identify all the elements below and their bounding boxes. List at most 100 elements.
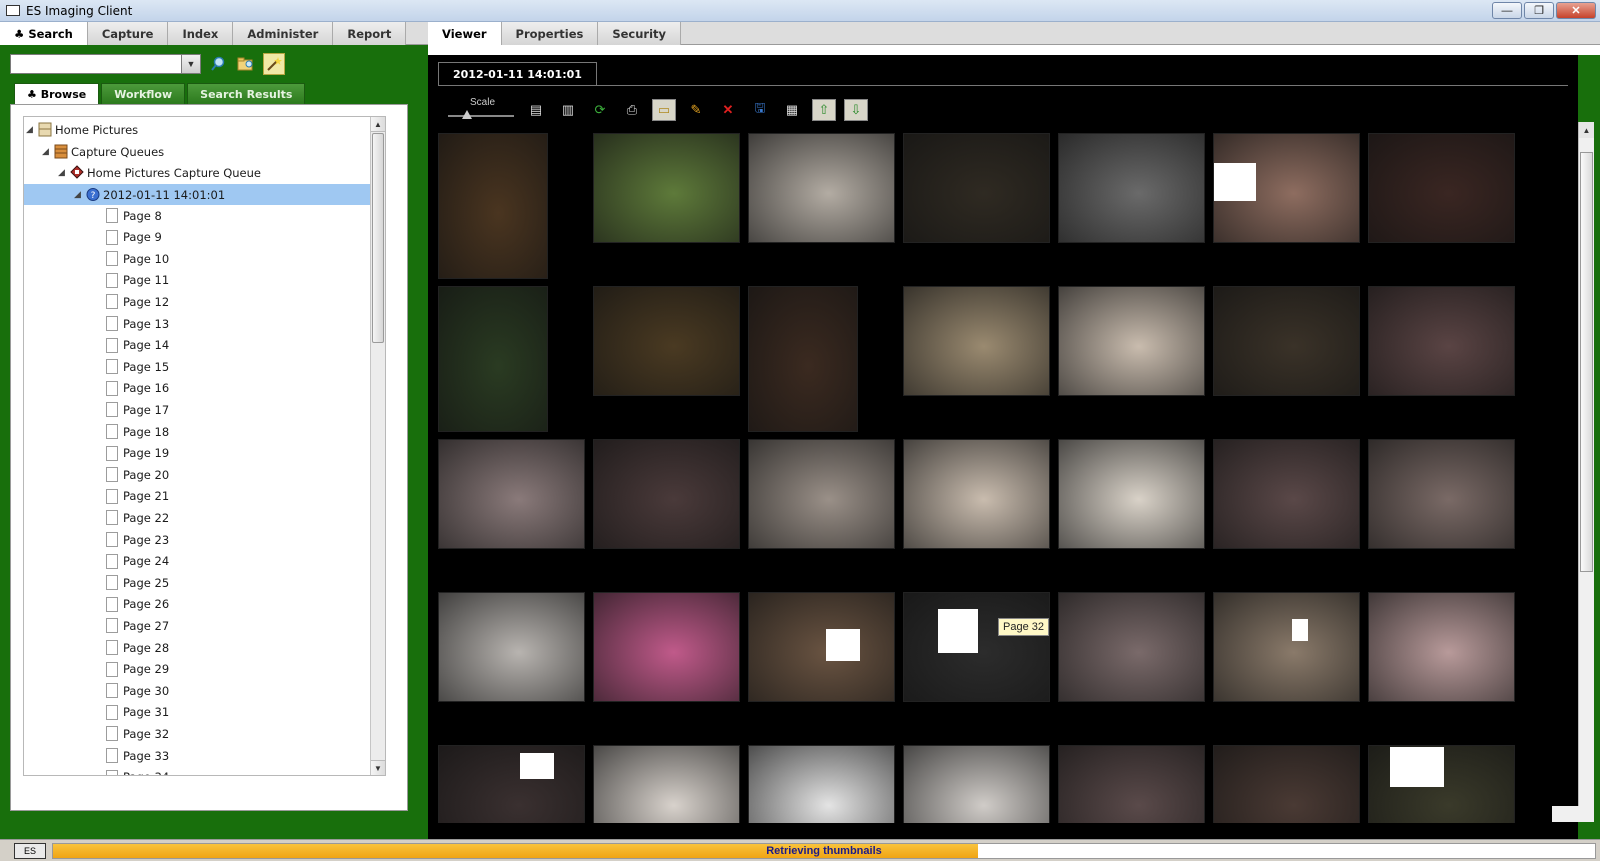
scroll-thumb[interactable] [1580, 152, 1593, 572]
scroll-up-arrow-icon[interactable]: ▲ [1579, 122, 1594, 138]
tab-security[interactable]: Security [598, 22, 682, 45]
collapse-arrow-icon[interactable]: ◢ [24, 125, 35, 135]
page-thumbnail[interactable] [438, 133, 548, 279]
search-input[interactable] [10, 54, 182, 74]
tree-node-page[interactable]: Page 9 [24, 227, 381, 248]
move-down-icon[interactable]: ⇩ [844, 99, 868, 121]
delete-icon[interactable]: ✕ [716, 99, 740, 121]
viewer-scrollbar[interactable]: ▲ [1578, 122, 1594, 822]
page-thumbnail[interactable] [1058, 592, 1205, 702]
page-thumbnail[interactable] [593, 745, 740, 823]
tree-node-batch[interactable]: ◢ ? 2012-01-11 14:01:01 [24, 184, 381, 205]
tree-node-page[interactable]: Page 16 [24, 378, 381, 399]
print-icon[interactable]: ⎙ [620, 99, 644, 121]
tree-node-page[interactable]: Page 12 [24, 291, 381, 312]
save-icon[interactable]: 🖫 [748, 99, 772, 121]
page-thumbnail[interactable] [748, 592, 895, 702]
scroll-up-arrow-icon[interactable]: ▲ [371, 117, 385, 132]
tree-scrollbar[interactable]: ▲ ▼ [370, 117, 385, 775]
tree-node-page[interactable]: Page 30 [24, 680, 381, 701]
page-thumbnail[interactable] [1058, 133, 1205, 243]
page-thumbnail[interactable] [1368, 286, 1515, 396]
tree-node-page[interactable]: Page 24 [24, 551, 381, 572]
fit-page-icon[interactable]: ▥ [556, 99, 580, 121]
page-thumbnail[interactable] [903, 745, 1050, 823]
maximize-button[interactable]: ❐ [1524, 2, 1554, 19]
close-button[interactable]: ✕ [1556, 2, 1596, 19]
page-thumbnail[interactable] [903, 133, 1050, 243]
scroll-down-arrow-icon[interactable]: ▼ [371, 760, 385, 775]
tab-search-results[interactable]: Search Results [187, 83, 306, 104]
tree-node-page[interactable]: Page 15 [24, 356, 381, 377]
tree-node-page[interactable]: Page 11 [24, 270, 381, 291]
tab-administer[interactable]: Administer [233, 22, 334, 45]
wand-icon[interactable] [263, 53, 285, 75]
page-thumbnail[interactable] [1368, 439, 1515, 549]
tree-node-page[interactable]: Page 32 [24, 723, 381, 744]
folder-search-icon[interactable] [235, 53, 257, 75]
tab-browse[interactable]: ♣ Browse [14, 83, 100, 104]
collapse-arrow-icon[interactable]: ◢ [56, 168, 67, 178]
scale-track[interactable] [448, 115, 514, 117]
tree-node-page[interactable]: Page 34 [24, 767, 381, 775]
page-thumbnail[interactable] [1368, 133, 1515, 243]
tree-node-page[interactable]: Page 10 [24, 248, 381, 269]
tree-node-page[interactable]: Page 14 [24, 335, 381, 356]
tab-properties[interactable]: Properties [501, 22, 599, 45]
page-thumbnail[interactable] [1213, 286, 1360, 396]
collapse-arrow-icon[interactable]: ◢ [72, 190, 83, 200]
tree-node-page[interactable]: Page 8 [24, 205, 381, 226]
tree-node-page[interactable]: Page 17 [24, 399, 381, 420]
page-thumbnail[interactable] [438, 592, 585, 702]
page-thumbnail[interactable] [593, 592, 740, 702]
tree-node-page[interactable]: Page 18 [24, 421, 381, 442]
page-thumbnail[interactable] [1058, 745, 1205, 823]
page-thumbnail[interactable] [438, 745, 585, 823]
page-thumbnail[interactable] [748, 745, 895, 823]
tree-node-page[interactable]: Page 13 [24, 313, 381, 334]
tree-node-page[interactable]: Page 21 [24, 486, 381, 507]
page-thumbnail[interactable] [748, 133, 895, 243]
page-thumbnail[interactable] [1213, 745, 1360, 823]
page-thumbnail[interactable] [1368, 592, 1515, 702]
page-thumbnail[interactable] [1213, 592, 1360, 702]
page-thumbnail[interactable] [593, 286, 740, 396]
page-thumbnail[interactable] [748, 286, 858, 432]
tree-node-page[interactable]: Page 25 [24, 572, 381, 593]
page-thumbnail[interactable] [903, 439, 1050, 549]
tab-viewer[interactable]: Viewer [428, 22, 502, 45]
document-tab[interactable]: 2012-01-11 14:01:01 [438, 62, 597, 86]
tree-node-page[interactable]: Page 20 [24, 464, 381, 485]
tree-node-capture-queues[interactable]: ◢ Capture Queues [24, 141, 381, 162]
scale-knob[interactable] [462, 110, 472, 119]
tree-node-page[interactable]: Page 26 [24, 594, 381, 615]
tree-node-page[interactable]: Page 33 [24, 745, 381, 766]
highlighter-icon[interactable]: ✎ [684, 99, 708, 121]
search-dropdown-button[interactable]: ▼ [181, 54, 201, 74]
tree-node-page[interactable]: Page 31 [24, 702, 381, 723]
page-thumbnail[interactable] [593, 133, 740, 243]
tree-node-page[interactable]: Page 23 [24, 529, 381, 550]
tree-node-page[interactable]: Page 28 [24, 637, 381, 658]
annotate-icon[interactable]: ▭ [652, 99, 676, 121]
search-icon[interactable] [207, 53, 229, 75]
page-thumbnail[interactable] [438, 286, 548, 432]
tab-report[interactable]: Report [333, 22, 407, 45]
tree-node-page[interactable]: Page 19 [24, 443, 381, 464]
rotate-icon[interactable]: ⟳ [588, 99, 612, 121]
page-thumbnail[interactable] [1058, 286, 1205, 396]
tab-index[interactable]: Index [168, 22, 234, 45]
page-thumbnail[interactable] [593, 439, 740, 549]
tree-node-page[interactable]: Page 29 [24, 659, 381, 680]
scroll-thumb[interactable] [372, 133, 384, 343]
tree-node-capture-queue[interactable]: ◢ Home Pictures Capture Queue [24, 162, 381, 183]
collapse-arrow-icon[interactable]: ◢ [40, 147, 51, 157]
page-thumbnail[interactable] [1213, 439, 1360, 549]
page-thumbnail[interactable] [903, 286, 1050, 396]
scale-slider[interactable]: Scale [446, 96, 516, 124]
page-thumbnail[interactable] [438, 439, 585, 549]
tab-search[interactable]: ♣ Search [0, 22, 88, 45]
tree-node-home-pictures[interactable]: ◢ Home Pictures [24, 119, 381, 140]
page-thumbnail[interactable] [1058, 439, 1205, 549]
move-up-icon[interactable]: ⇧ [812, 99, 836, 121]
